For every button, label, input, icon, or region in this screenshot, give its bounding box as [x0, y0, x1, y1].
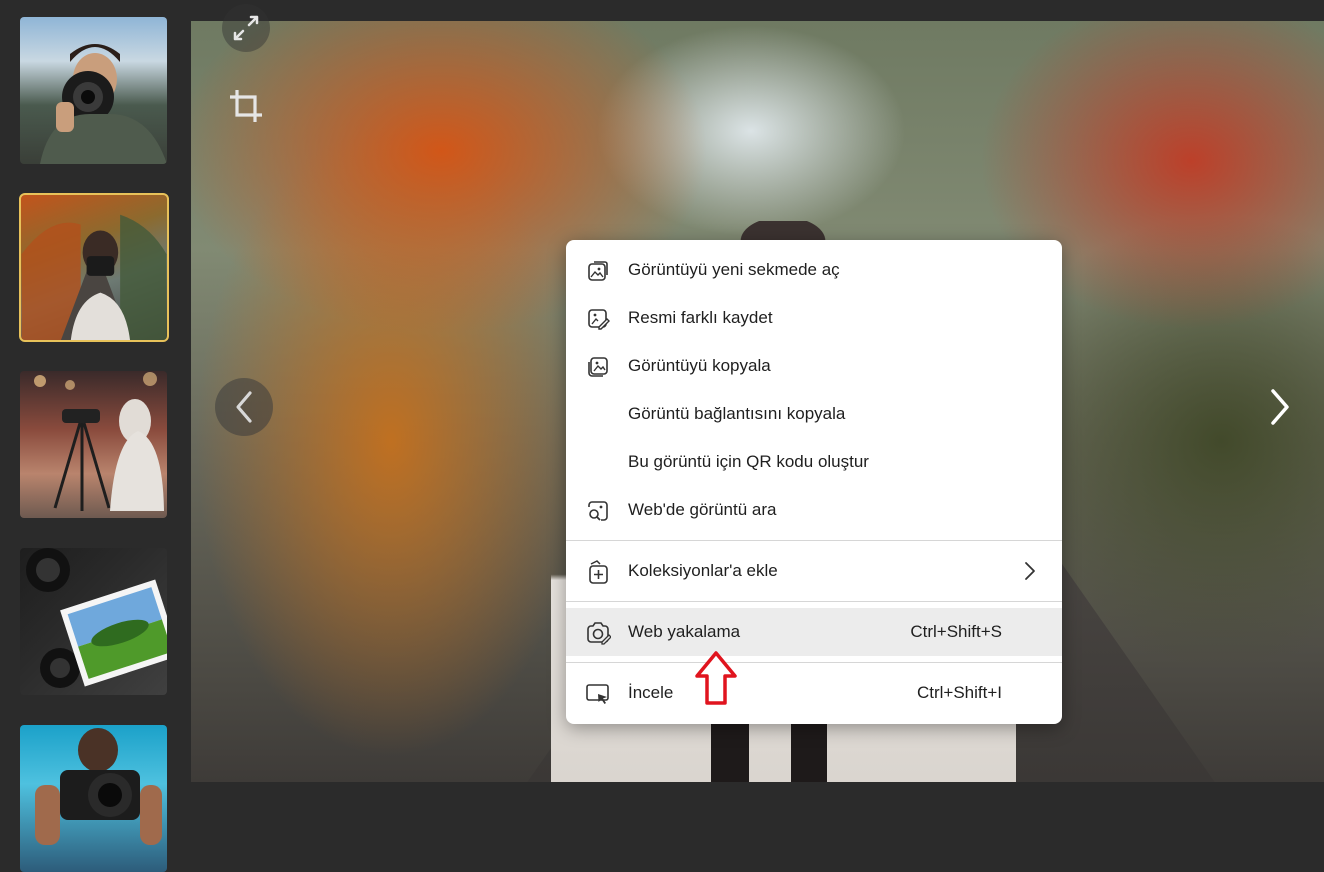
- menu-item-copy-image[interactable]: Görüntüyü kopyala: [566, 342, 1062, 390]
- menu-item-label: Görüntüyü yeni sekmede aç: [628, 260, 840, 279]
- menu-item-label: Görüntü bağlantısını kopyala: [628, 404, 846, 423]
- chevron-left-icon: [236, 391, 252, 423]
- menu-item-label: Web yakalama: [628, 622, 741, 641]
- menu-item-label: Web'de görüntü ara: [628, 500, 777, 519]
- thumbnail-3[interactable]: [20, 371, 167, 518]
- next-image-button[interactable]: [1250, 378, 1308, 436]
- thumbnail-5[interactable]: [20, 725, 167, 872]
- thumbnail-image: [21, 214, 167, 340]
- menu-separator: [566, 540, 1062, 541]
- menu-item-label: Bu görüntü için QR kodu oluştur: [628, 452, 869, 471]
- collections-add-icon: [585, 559, 611, 585]
- crop-icon: [230, 90, 262, 122]
- menu-item-web-capture[interactable]: Web yakalama Ctrl+Shift+S: [566, 608, 1062, 656]
- thumbnail-image: [40, 44, 167, 164]
- annotation-arrow-icon: [695, 651, 737, 705]
- menu-item-open-image-new-tab[interactable]: Görüntüyü yeni sekmede aç: [566, 246, 1062, 294]
- menu-item-label: İncele: [628, 683, 674, 702]
- thumbnail-image: [35, 728, 162, 845]
- expand-button[interactable]: [222, 4, 270, 52]
- inspect-icon: [585, 681, 611, 707]
- thumbnail-1[interactable]: [20, 17, 167, 164]
- menu-item-inspect[interactable]: İncele Ctrl+Shift+I: [566, 669, 1062, 717]
- crop-button[interactable]: [222, 82, 270, 130]
- thumbnail-strip: [0, 0, 190, 872]
- menu-separator: [566, 662, 1062, 663]
- menu-item-create-qr-code[interactable]: Bu görüntü için QR kodu oluştur: [566, 438, 1062, 486]
- submenu-chevron-icon: [1020, 560, 1040, 582]
- context-menu: Görüntüyü yeni sekmede aç Resmi farklı k…: [566, 240, 1062, 724]
- menu-item-label: Görüntüyü kopyala: [628, 356, 771, 375]
- thumbnail-image: [34, 372, 164, 511]
- menu-item-copy-image-link[interactable]: Görüntü bağlantısını kopyala: [566, 390, 1062, 438]
- menu-item-add-to-collections[interactable]: Koleksiyonlar'a ekle: [566, 547, 1062, 595]
- visual-search-icon: [585, 498, 611, 524]
- menu-item-save-image-as[interactable]: Resmi farklı kaydet: [566, 294, 1062, 342]
- copy-image-icon: [585, 354, 611, 380]
- thumbnail-2-selected[interactable]: [19, 193, 169, 342]
- save-image-icon: [585, 306, 611, 332]
- open-image-new-tab-icon: [585, 258, 611, 284]
- shortcut-label: Ctrl+Shift+S: [910, 622, 1002, 641]
- menu-item-label: Resmi farklı kaydet: [628, 308, 773, 327]
- shortcut-label: Ctrl+Shift+I: [916, 683, 1002, 702]
- menu-separator: [566, 601, 1062, 602]
- expand-icon: [233, 15, 259, 41]
- web-capture-icon: [585, 620, 611, 646]
- previous-image-button[interactable]: [215, 378, 273, 436]
- chevron-right-icon: [1271, 389, 1289, 425]
- menu-item-label: Koleksiyonlar'a ekle: [628, 561, 778, 580]
- thumbnail-image: [26, 548, 167, 688]
- thumbnail-4[interactable]: [20, 548, 167, 695]
- menu-item-search-image-web[interactable]: Web'de görüntü ara: [566, 486, 1062, 534]
